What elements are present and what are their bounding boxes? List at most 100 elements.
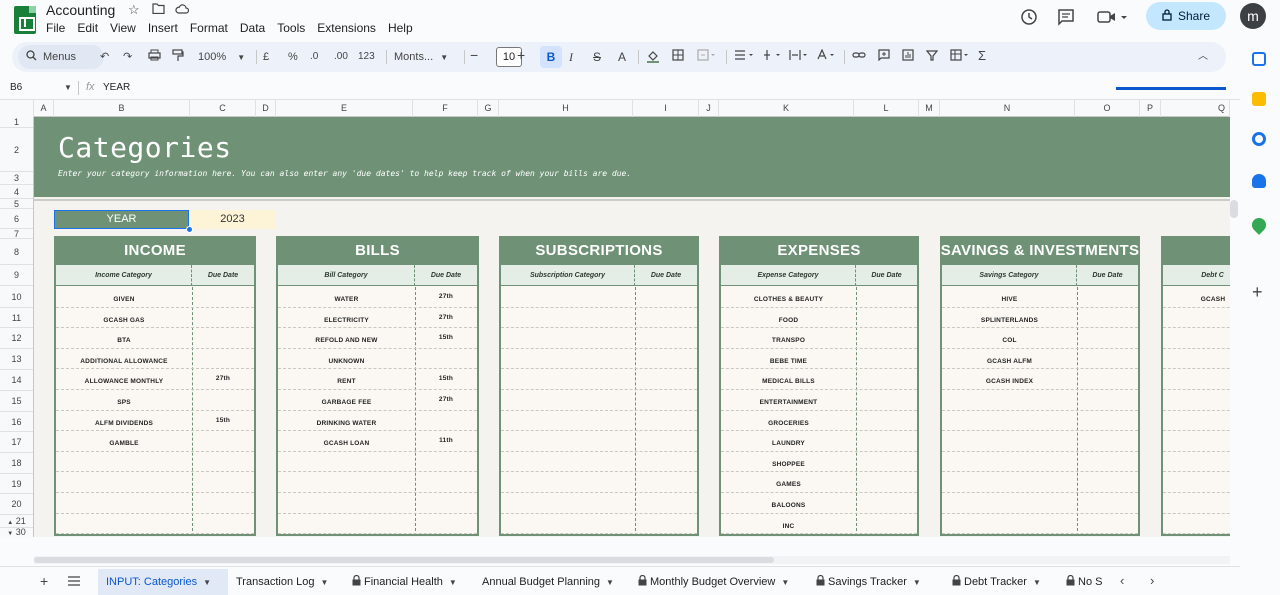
row-header[interactable]: 16 <box>0 412 33 432</box>
row-header[interactable]: ▼ 30 <box>0 528 33 538</box>
scrollbar-thumb[interactable] <box>34 557 774 563</box>
table-row[interactable] <box>501 308 697 329</box>
table-row[interactable] <box>501 452 697 473</box>
chevron-down-icon[interactable]: ▼ <box>449 578 457 587</box>
category-cell[interactable]: GROCERIES <box>721 411 856 431</box>
menu-extensions[interactable]: Extensions <box>317 21 382 35</box>
menu-file[interactable]: File <box>46 21 71 35</box>
row-header[interactable]: 2 <box>0 128 33 172</box>
due-date-cell[interactable] <box>1077 349 1138 369</box>
borders-icon[interactable] <box>672 49 684 66</box>
due-date-cell[interactable] <box>415 411 477 431</box>
category-cell[interactable]: DRINKING WATER <box>278 411 415 431</box>
vertical-align-icon[interactable] <box>762 49 784 66</box>
table-row[interactable]: DRINKING WATER <box>278 411 477 432</box>
category-cell[interactable]: GCASH ALFM <box>942 349 1077 369</box>
table-row[interactable]: INC <box>721 514 917 535</box>
due-date-cell[interactable] <box>856 349 917 369</box>
get-addons-icon[interactable]: + <box>1252 282 1263 303</box>
due-date-cell[interactable] <box>856 308 917 328</box>
currency-button[interactable]: £ <box>263 49 269 65</box>
table-row[interactable] <box>1163 493 1230 514</box>
table-row[interactable] <box>942 493 1138 514</box>
category-cell[interactable]: MEDICAL BILLS <box>721 369 856 389</box>
column-header[interactable]: M <box>919 100 940 117</box>
table-row[interactable]: UNKNOWN <box>278 349 477 370</box>
table-row[interactable] <box>501 390 697 411</box>
column-header[interactable]: G <box>478 100 499 117</box>
category-cell[interactable]: REFOLD AND NEW <box>278 328 415 348</box>
row-header[interactable]: 12 <box>0 328 33 349</box>
decrease-decimal-button[interactable]: .0 <box>310 49 318 65</box>
table-row[interactable]: GCASH GAS <box>56 308 254 329</box>
chevron-down-icon[interactable]: ▼ <box>781 578 789 587</box>
row-header[interactable]: 14 <box>0 370 33 391</box>
chevron-down-icon[interactable]: ▼ <box>913 578 921 587</box>
percent-button[interactable]: % <box>288 49 298 65</box>
table-row[interactable]: FOOD <box>721 308 917 329</box>
table-row[interactable] <box>1163 328 1230 349</box>
chevron-down-icon[interactable]: ▼ <box>606 578 614 587</box>
table-row[interactable]: GARBAGE FEE 27th <box>278 390 477 411</box>
menu-help[interactable]: Help <box>388 21 419 35</box>
star-icon[interactable]: ☆ <box>128 2 140 18</box>
category-cell[interactable]: HIVE <box>942 287 1077 307</box>
due-date-cell[interactable] <box>856 411 917 431</box>
table-row[interactable] <box>501 472 697 493</box>
due-date-cell[interactable] <box>856 390 917 410</box>
table-row[interactable]: ALFM DIVIDENDS 15th <box>56 411 254 432</box>
column-header[interactable]: K <box>719 100 854 117</box>
sheet-tab[interactable]: Transaction Log ▼ <box>228 569 344 595</box>
calendar-icon[interactable] <box>1252 52 1266 66</box>
category-cell[interactable]: GCASH <box>1163 287 1230 307</box>
strikethrough-button[interactable]: S <box>593 49 601 65</box>
table-row[interactable]: BTA <box>56 328 254 349</box>
category-cell[interactable]: CLOTHES & BEAUTY <box>721 287 856 307</box>
search-menus-button[interactable]: Menus <box>18 45 104 69</box>
table-row[interactable] <box>942 411 1138 432</box>
column-header[interactable]: C <box>190 100 256 117</box>
table-row[interactable] <box>501 411 697 432</box>
table-row[interactable] <box>278 472 477 493</box>
table-row[interactable] <box>1163 349 1230 370</box>
row-header[interactable]: 5 <box>0 199 33 209</box>
tasks-icon[interactable] <box>1252 132 1266 146</box>
table-row[interactable] <box>56 472 254 493</box>
table-row[interactable]: CLOTHES & BEAUTY <box>721 287 917 308</box>
category-cell[interactable]: SPS <box>56 390 192 410</box>
menu-view[interactable]: View <box>110 21 142 35</box>
menu-edit[interactable]: Edit <box>77 21 104 35</box>
meet-video-icon[interactable] <box>1097 8 1127 31</box>
bold-button[interactable]: B <box>540 46 562 68</box>
due-date-cell[interactable] <box>1077 328 1138 348</box>
category-cell[interactable]: GARBAGE FEE <box>278 390 415 410</box>
row-header[interactable]: 7 <box>0 229 33 239</box>
text-rotation-icon[interactable] <box>816 48 838 66</box>
due-date-cell[interactable]: 11th <box>415 431 477 451</box>
column-header[interactable]: H <box>499 100 633 117</box>
fill-color-icon[interactable] <box>646 49 660 68</box>
category-cell[interactable]: LAUNDRY <box>721 431 856 451</box>
table-row[interactable]: GAMBLE <box>56 431 254 452</box>
row-header[interactable]: 10 <box>0 286 33 308</box>
table-row[interactable]: GIVEN <box>56 287 254 308</box>
move-folder-icon[interactable] <box>152 2 165 17</box>
table-row[interactable]: BALOONS <box>721 493 917 514</box>
due-date-cell[interactable]: 15th <box>192 411 254 431</box>
table-row[interactable] <box>942 452 1138 473</box>
table-row[interactable]: GROCERIES <box>721 411 917 432</box>
vertical-scrollbar[interactable] <box>1230 200 1238 218</box>
scroll-tabs-left-icon[interactable]: ‹ <box>1120 573 1124 588</box>
chevron-down-icon[interactable]: ▼ <box>320 578 328 587</box>
year-value-cell[interactable]: 2023 <box>189 210 276 229</box>
year-label-cell[interactable]: YEAR <box>54 210 189 229</box>
functions-button[interactable]: Σ <box>978 48 986 64</box>
table-row[interactable]: COL <box>942 328 1138 349</box>
table-row[interactable] <box>942 390 1138 411</box>
menu-format[interactable]: Format <box>190 21 234 35</box>
column-header[interactable]: E <box>276 100 413 117</box>
row-header[interactable]: 1 <box>0 117 33 128</box>
formula-input[interactable]: YEAR <box>103 82 130 93</box>
contacts-icon[interactable] <box>1252 174 1266 188</box>
chevron-down-icon[interactable]: ▼ <box>64 83 72 92</box>
